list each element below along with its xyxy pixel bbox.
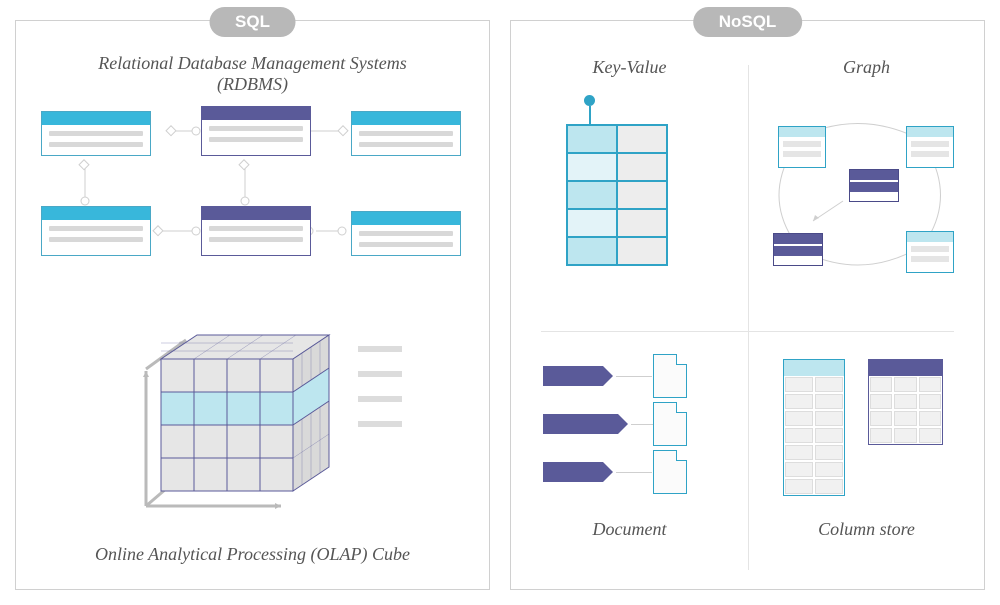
graph-node-icon bbox=[778, 126, 826, 168]
rdbms-title: Relational Database Management Systems (… bbox=[16, 53, 489, 95]
doc-arrow-icon bbox=[543, 414, 618, 434]
graph-title: Graph bbox=[748, 57, 985, 78]
table-icon bbox=[351, 211, 461, 256]
connector-line bbox=[631, 424, 653, 425]
kv-table-icon bbox=[566, 124, 668, 266]
doc-title: Document bbox=[511, 519, 748, 540]
kv-title: Key-Value bbox=[511, 57, 748, 78]
graph-node-icon bbox=[906, 126, 954, 168]
graph-node-icon bbox=[773, 233, 823, 266]
olap-cube-icon bbox=[126, 301, 416, 531]
connector-line bbox=[616, 376, 652, 377]
document-icon bbox=[653, 402, 687, 446]
document-icon bbox=[653, 450, 687, 494]
table-icon bbox=[351, 111, 461, 156]
rdbms-title-text: Relational Database Management Systems (… bbox=[16, 53, 489, 95]
nosql-panel: NoSQL Key-Value Graph Document bbox=[510, 20, 985, 590]
sql-chip: SQL bbox=[209, 7, 296, 37]
table-icon bbox=[41, 111, 151, 156]
column-table-icon bbox=[868, 359, 943, 445]
divider bbox=[541, 331, 954, 332]
column-table-icon bbox=[783, 359, 845, 496]
nosql-chip: NoSQL bbox=[693, 7, 803, 37]
doc-arrow-icon bbox=[543, 462, 603, 482]
olap-title: Online Analytical Processing (OLAP) Cube bbox=[16, 544, 489, 565]
col-title: Column store bbox=[748, 519, 985, 540]
document-icon bbox=[653, 354, 687, 398]
doc-arrow-icon bbox=[543, 366, 603, 386]
table-icon bbox=[201, 206, 311, 256]
pin-icon bbox=[584, 95, 595, 126]
table-icon bbox=[41, 206, 151, 256]
connector-line bbox=[616, 472, 652, 473]
table-icon bbox=[201, 106, 311, 156]
sql-panel: SQL Relational Database Management Syste… bbox=[15, 20, 490, 590]
graph-node-icon bbox=[906, 231, 954, 273]
graph-node-icon bbox=[849, 169, 899, 202]
